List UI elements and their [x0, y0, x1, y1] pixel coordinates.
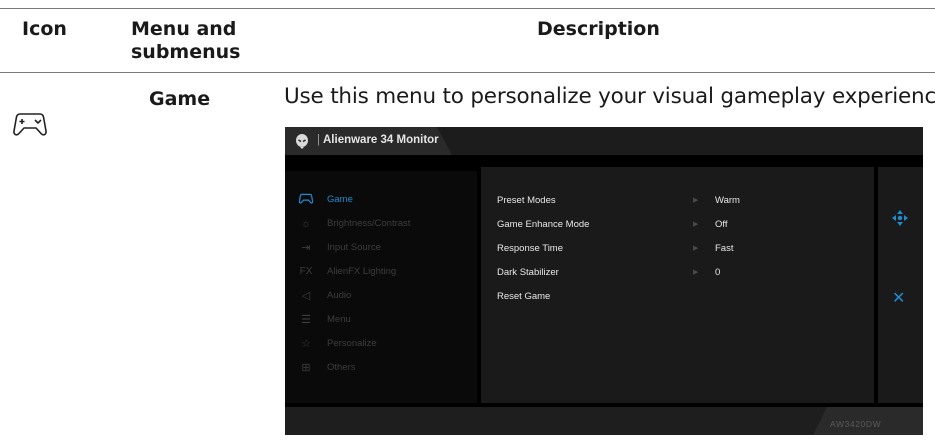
setting-label: Game Enhance Mode: [497, 219, 590, 230]
star-icon: ☆: [301, 338, 311, 350]
close-icon[interactable]: ✕: [892, 290, 905, 306]
osd-title: | Alienware 34 Monitor: [317, 134, 439, 146]
nav-label: Audio: [327, 290, 352, 301]
header-rule: [0, 72, 935, 73]
menu-name-game: Game: [149, 88, 211, 110]
arrow-right-icon: ▶: [693, 197, 699, 204]
setting-value: Fast: [715, 243, 734, 254]
header-description: Description: [537, 18, 660, 40]
nav-item-personalize[interactable]: ☆ Personalize: [299, 336, 469, 356]
description-text: Use this menu to personalize your visual…: [284, 84, 935, 109]
fx-icon: FX: [299, 266, 313, 277]
gamepad-icon: [298, 193, 314, 207]
sun-icon: ☼: [300, 218, 312, 230]
setting-label: Dark Stabilizer: [497, 267, 559, 278]
others-icon: ⊞: [301, 362, 311, 374]
gamepad-icon: [13, 111, 47, 141]
nav-item-game[interactable]: Game: [298, 192, 469, 212]
setting-dark-stabilizer[interactable]: Dark Stabilizer ▶ 0: [497, 267, 857, 283]
header-menu-line2: submenus: [131, 41, 241, 63]
setting-preset-modes[interactable]: Preset Modes ▶ Warm: [497, 195, 857, 211]
header-icon: Icon: [22, 18, 67, 40]
osd-settings: Preset Modes ▶ Warm Game Enhance Mode ▶ …: [481, 167, 874, 403]
move-icon[interactable]: [891, 209, 909, 231]
osd-nav: Game ☼ Brightness/Contrast ⇥ Input Sourc…: [285, 171, 477, 403]
speaker-icon: ◁: [301, 290, 311, 302]
nav-item-input-source[interactable]: ⇥ Input Source: [299, 240, 469, 260]
nav-item-audio[interactable]: ◁ Audio: [299, 288, 469, 308]
nav-item-others[interactable]: ⊞ Others: [299, 360, 469, 380]
setting-value: Warm: [715, 195, 740, 206]
nav-label: Personalize: [327, 338, 377, 349]
setting-label: Reset Game: [497, 291, 551, 302]
header-menu-line1: Menu and: [131, 18, 237, 40]
arrow-right-icon: ▶: [693, 269, 699, 276]
setting-response-time[interactable]: Response Time ▶ Fast: [497, 243, 857, 259]
osd-title-text: Alienware 34 Monitor: [323, 134, 439, 146]
nav-label: Others: [327, 362, 356, 373]
nav-label: Brightness/Contrast: [327, 218, 411, 229]
arrow-right-icon: ▶: [693, 221, 699, 228]
setting-game-enhance-mode[interactable]: Game Enhance Mode ▶ Off: [497, 219, 857, 235]
arrow-right-icon: ▶: [693, 245, 699, 252]
model-number: AW3420DW: [830, 419, 882, 429]
nav-item-alienfx[interactable]: FX AlienFX Lighting: [299, 264, 469, 284]
nav-item-brightness[interactable]: ☼ Brightness/Contrast: [299, 216, 469, 236]
setting-label: Preset Modes: [497, 195, 556, 206]
menu-icon: ☰: [301, 314, 311, 326]
nav-label: Game: [327, 194, 353, 205]
setting-value: 0: [715, 267, 721, 278]
top-rule: [0, 8, 935, 9]
nav-item-menu[interactable]: ☰ Menu: [299, 312, 469, 332]
osd-panel: | Alienware 34 Monitor Game ☼ Brightness/…: [285, 127, 923, 435]
nav-label: AlienFX Lighting: [327, 266, 397, 277]
setting-reset-game[interactable]: Reset Game: [497, 291, 857, 307]
nav-label: Menu: [327, 314, 351, 325]
alienware-logo-icon: [295, 134, 309, 153]
nav-label: Input Source: [327, 242, 381, 253]
input-icon: ⇥: [301, 242, 311, 254]
setting-label: Response Time: [497, 243, 564, 254]
setting-value: Off: [715, 219, 728, 230]
osd-side-controls: ✕: [878, 167, 923, 403]
